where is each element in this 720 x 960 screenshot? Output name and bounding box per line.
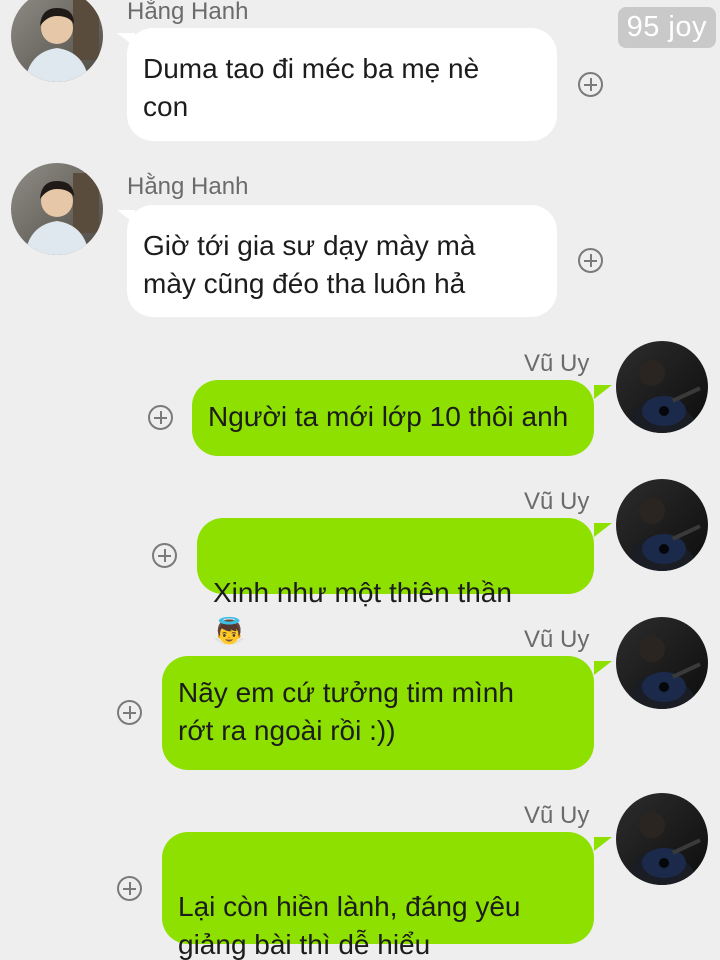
message-bubble[interactable]: Xinh như một thiên thần 👼	[197, 518, 594, 646]
plus-circle-icon[interactable]	[117, 876, 142, 901]
sender-avatar[interactable]	[616, 479, 708, 571]
sender-name: Hằng Hanh	[127, 173, 249, 200]
sender-name: Vũ Uy	[524, 626, 590, 653]
bubble-tail	[594, 385, 612, 399]
watermark-label: 95 joy	[617, 7, 716, 48]
sender-avatar[interactable]	[616, 617, 708, 709]
message-bubble[interactable]: Nãy em cứ tưởng tim mình rớt ra ngoài rồ…	[162, 656, 594, 770]
message-bubble[interactable]: Lại còn hiền lành, đáng yêu giảng bài th…	[162, 832, 594, 960]
sender-name: Vũ Uy	[524, 488, 590, 515]
message-text: Lại còn hiền lành, đáng yêu giảng bài th…	[178, 891, 521, 960]
bubble-tail	[594, 837, 612, 851]
sender-avatar[interactable]	[11, 163, 103, 255]
bubble-tail	[594, 661, 612, 675]
sender-name: Hằng Hanh	[127, 0, 249, 25]
message-bubble[interactable]: Người ta mới lớp 10 thôi anh	[192, 380, 594, 456]
message-bubble[interactable]: Duma tao đi méc ba mẹ nè con	[127, 28, 557, 141]
sender-name: Vũ Uy	[524, 802, 590, 829]
angel-emoji-icon: 👼	[213, 616, 246, 646]
message-text: Xinh như một thiên thần	[213, 577, 512, 608]
plus-circle-icon[interactable]	[117, 700, 142, 725]
sender-name: Vũ Uy	[524, 350, 590, 377]
plus-circle-icon[interactable]	[148, 405, 173, 430]
sender-avatar[interactable]	[616, 793, 708, 885]
plus-circle-icon[interactable]	[578, 72, 603, 97]
message-bubble[interactable]: Giờ tới gia sư dạy mày mà mày cũng đéo t…	[127, 205, 557, 317]
plus-circle-icon[interactable]	[152, 543, 177, 568]
sender-avatar[interactable]	[616, 341, 708, 433]
sender-avatar[interactable]	[11, 0, 103, 82]
bubble-tail	[594, 523, 612, 537]
plus-circle-icon[interactable]	[578, 248, 603, 273]
